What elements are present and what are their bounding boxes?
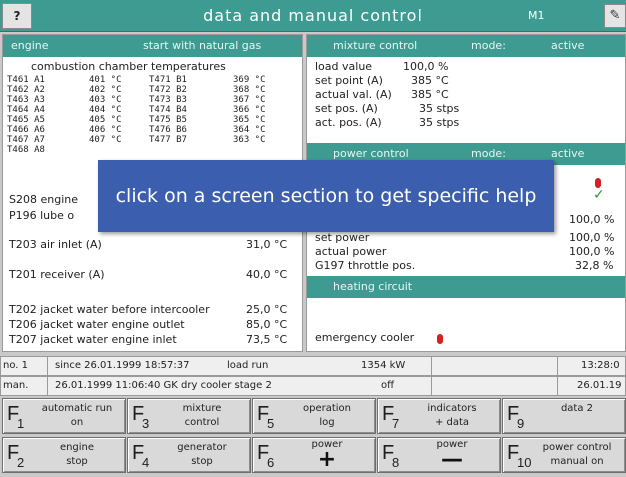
engine-number: no. 1 — [3, 360, 28, 371]
p196-label: P196 lube o — [9, 209, 75, 222]
f3-mixture-control-button[interactable]: F3 mixture control — [127, 398, 251, 434]
power-actual-label: actual power — [315, 245, 387, 258]
t206-label: T206 jacket water engine outlet — [9, 318, 185, 331]
power-mode-value: active — [551, 147, 585, 160]
emergency-cooler-indicator — [437, 332, 443, 345]
temp-row: T464 A4 404 °C T474 B4 366 °C — [7, 105, 266, 115]
power-setpower-label: set power — [315, 231, 370, 244]
t202-label: T202 jacket water before intercooler — [9, 303, 210, 316]
f9-data2-button[interactable]: F9 data 2 — [502, 398, 626, 434]
status-row-2: man. 26.01.1999 11:06:40 GK dry cooler s… — [0, 376, 626, 396]
engine-header-title: engine — [11, 39, 49, 52]
engine-start-mode: start with natural gas — [143, 39, 262, 52]
temp-row: T466 A6 406 °C T476 B6 364 °C — [7, 125, 266, 135]
power-setpower-value: 100,0 % — [569, 231, 615, 244]
f7-indicators-data-button[interactable]: F7 indicators + data — [377, 398, 501, 434]
mixture-mode-label: mode: — [471, 39, 506, 52]
run-state: load run — [227, 360, 269, 371]
temp-row: T462 A2 402 °C T472 B2 368 °C — [7, 85, 266, 95]
mixture-load-label: load value — [315, 60, 373, 73]
edit-icon[interactable]: ✎ — [604, 4, 626, 28]
last-event: 26.01.1999 11:06:40 GK dry cooler stage … — [55, 380, 272, 391]
t203-label: T203 air inlet (A) — [9, 238, 102, 251]
mixture-actpos-value: 35 stps — [419, 116, 460, 129]
mixture-setpos-label: set pos. (A) — [315, 102, 378, 115]
mixture-header-title: mixture control — [333, 39, 418, 52]
t201-value: 40,0 °C — [246, 268, 288, 281]
mixture-actual-value: 385 °C — [411, 88, 449, 101]
status-row-1: no. 1 since 26.01.1999 18:57:37 load run… — [0, 356, 626, 376]
f2-engine-stop-button[interactable]: F2 engine stop — [2, 437, 126, 473]
f6-power-up-button[interactable]: F6 power + — [252, 437, 376, 473]
emergency-cooler-label: emergency cooler — [315, 331, 415, 344]
help-overlay[interactable]: click on a screen section to get specifi… — [98, 160, 554, 232]
f5-operation-log-button[interactable]: F5 operation log — [252, 398, 376, 434]
mixture-setpoint-value: 385 °C — [411, 74, 449, 87]
mixture-mode-value: active — [551, 39, 585, 52]
engine-header: engine start with natural gas — [3, 35, 302, 57]
mixture-actpos-label: act. pos. (A) — [315, 116, 382, 129]
t203-value: 31,0 °C — [246, 238, 288, 251]
mixture-header: mixture control mode: active — [307, 35, 625, 57]
f4-generator-stop-button[interactable]: F4 generator stop — [127, 437, 251, 473]
help-button[interactable]: ? — [2, 3, 32, 29]
mixture-setpos-value: 35 stps — [419, 102, 460, 115]
power-actual-value: 100,0 % — [569, 245, 615, 258]
f1-automatic-run-button[interactable]: F1 automatic run on — [2, 398, 126, 434]
throttle-label: G197 throttle pos. — [315, 259, 416, 272]
combustion-title: combustion chamber temperatures — [31, 60, 226, 73]
heating-header-title: heating circuit — [333, 280, 413, 293]
f10-power-control-manual-button[interactable]: F 10 power control manual on — [502, 437, 626, 473]
power-header-title: power control — [333, 147, 409, 160]
event-state: off — [381, 380, 395, 391]
run-since: since 26.01.1999 18:57:37 — [55, 360, 190, 371]
temp-row: T467 A7 407 °C T477 B7 363 °C — [7, 135, 266, 145]
t206-value: 85,0 °C — [246, 318, 288, 331]
t202-value: 25,0 °C — [246, 303, 288, 316]
plus-icon: + — [317, 447, 337, 472]
power-status-icon: ✓ — [593, 178, 613, 203]
mixture-actual-label: actual val. (A) — [315, 88, 392, 101]
mixture-load-value: 100,0 % — [403, 60, 449, 73]
throttle-value: 32,8 % — [575, 259, 614, 272]
t207-label: T207 jacket water engine inlet — [9, 333, 177, 346]
temp-row: T468 A8 — [7, 145, 45, 155]
power-value-1: 100,0 % — [569, 213, 615, 226]
f8-power-down-button[interactable]: F8 power — — [377, 437, 501, 473]
minus-icon: — — [441, 447, 463, 472]
s208-label: S208 engine — [9, 193, 78, 206]
manual-label: man. — [3, 380, 29, 391]
temp-row: T461 A1 401 °C T471 B1 369 °C — [7, 75, 266, 85]
t207-value: 73,5 °C — [246, 333, 288, 346]
heating-header: heating circuit — [307, 276, 625, 298]
mixture-setpoint-label: set point (A) — [315, 74, 383, 87]
help-icon: ? — [13, 9, 21, 23]
temp-row: T463 A3 403 °C T473 B3 367 °C — [7, 95, 266, 105]
screen-code: M1 — [528, 9, 545, 22]
t201-label: T201 receiver (A) — [9, 268, 105, 281]
clock-date: 26.01.19 — [577, 380, 622, 391]
clock-time: 13:28:0 — [581, 360, 620, 371]
power-output: 1354 kW — [361, 360, 406, 371]
temp-row: T465 A5 405 °C T475 B5 365 °C — [7, 115, 266, 125]
